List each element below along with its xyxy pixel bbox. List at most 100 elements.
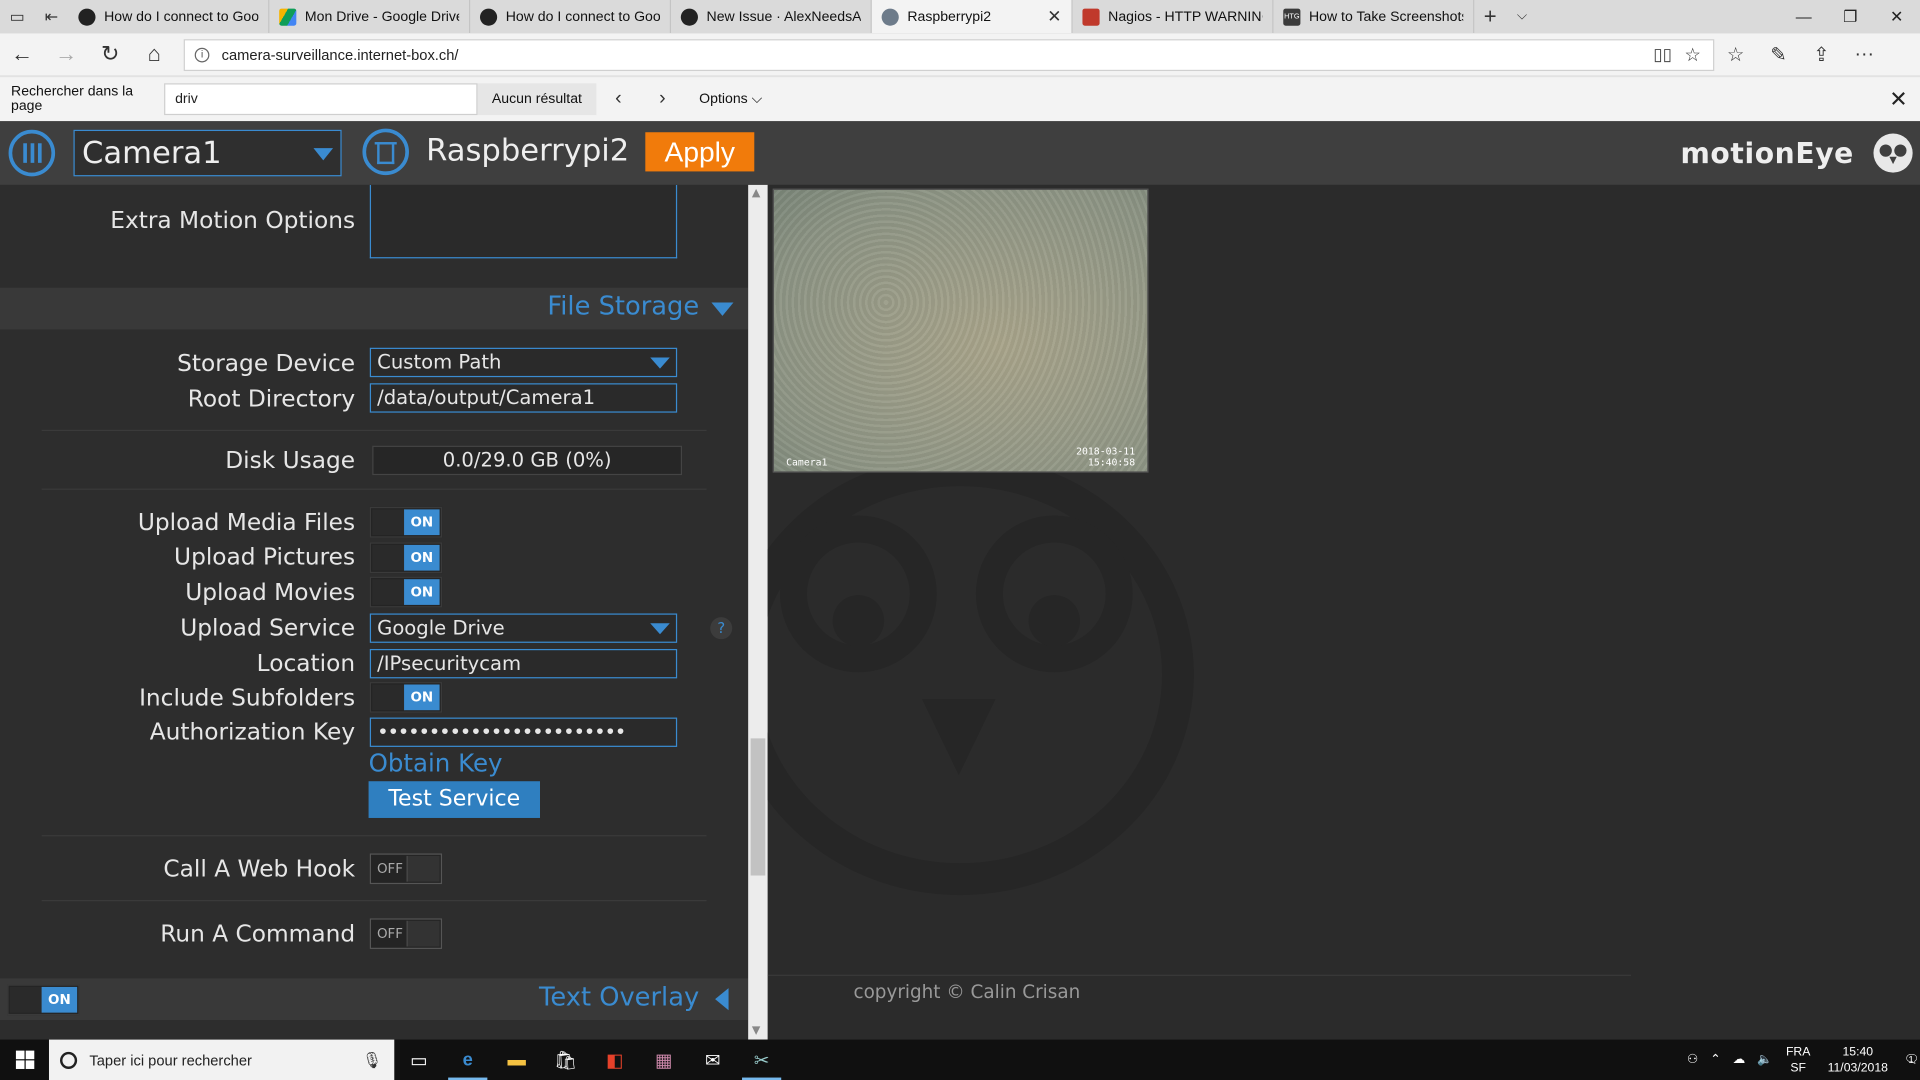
call-web-hook-toggle[interactable]: OFF [369,853,443,885]
find-next-icon[interactable]: › [640,88,684,110]
browser-tab[interactable]: How do I connect to Googl [470,0,672,34]
chevron-down-icon [650,623,670,635]
onedrive-icon[interactable]: ☁ [1733,1053,1745,1066]
toggle-state: ON [404,684,440,711]
text-overlay-toggle[interactable]: ON [7,984,80,1016]
mail-icon[interactable]: ✉ [688,1040,737,1080]
camera-overlay-label: Camera1 [786,456,828,468]
camera-select[interactable]: Camera1 [73,129,342,177]
upload-pictures-label: Upload Pictures [174,543,356,571]
extra-motion-options-input[interactable] [369,184,678,259]
new-tab-icon[interactable]: + [1474,4,1506,30]
authorization-key-label: Authorization Key [149,718,356,746]
nagios-icon [1082,7,1100,26]
google-drive-icon [279,7,297,26]
browser-tab[interactable]: New Issue · AlexNeedsAndF [671,0,872,34]
run-command-toggle[interactable]: OFF [369,918,443,949]
windows-start-icon[interactable] [0,1040,49,1080]
upload-media-files-toggle[interactable]: ON [369,506,443,538]
url-text: camera-surveillance.internet-box.ch/ [221,45,459,64]
include-subfolders-label: Include Subfolders [139,684,356,712]
settings-scrollbar[interactable]: ▲ ▼ [748,184,768,1040]
upload-movies-toggle[interactable]: ON [369,576,443,608]
chevron-down-icon[interactable]: ⌵ [1506,9,1538,25]
help-icon[interactable]: ? [710,617,733,640]
back-icon[interactable]: ← [0,42,44,68]
file-storage-section-header[interactable]: File Storage [0,287,749,330]
find-input[interactable]: driv [164,83,478,116]
scroll-up-icon[interactable]: ▲ [752,187,760,199]
camera-overlay-timestamp: 2018-03-11 15:40:58 [1076,446,1135,468]
htg-icon: HTG [1283,7,1301,26]
snipping-tool-icon[interactable]: ✂ [737,1040,786,1080]
collapse-triangle-icon [711,302,734,316]
volume-icon[interactable]: 🔈 [1757,1053,1772,1066]
microphone-icon[interactable]: 🎙 [362,1050,382,1070]
edge-browser-icon[interactable]: e [443,1040,492,1080]
find-previous-icon[interactable]: ‹ [596,88,640,110]
camera-name: Raspberrypi2 [426,132,630,168]
file-explorer-icon[interactable]: ▬ [492,1040,541,1080]
camera-feed-frame[interactable]: Camera1 2018-03-11 15:40:58 [772,188,1149,473]
reading-view-icon[interactable]: ▯▯ [1653,44,1672,65]
more-icon[interactable]: ··· [1843,43,1886,65]
tab-preview-icon[interactable]: ▭ [0,7,34,27]
home-icon[interactable]: ⌂ [132,42,176,68]
root-directory-label: Root Directory [187,385,356,413]
browser-tab-active[interactable]: Raspberrypi2 ✕ [871,0,1073,34]
storage-device-select[interactable]: Custom Path [369,347,678,378]
scrollbar-thumb[interactable] [750,738,766,876]
owl-watermark-eye [975,515,1133,673]
find-options-button[interactable]: Options ⌵ [699,91,762,107]
minimize-icon[interactable]: — [1780,7,1827,27]
browser-tab[interactable]: Mon Drive - Google Drive [269,0,471,34]
taskbar-search[interactable]: Taper ici pour rechercher 🎙 [48,1039,395,1080]
settings-menu-icon[interactable] [8,129,56,177]
info-icon[interactable]: i [194,47,210,62]
run-command-label: Run A Command [160,920,356,948]
url-field[interactable]: i camera-surveillance.internet-box.ch/ ▯… [183,38,1715,71]
share-icon[interactable]: ⇪ [1800,42,1843,66]
pen-icon[interactable]: ✎ [1757,42,1800,66]
toggle-state: OFF [376,925,404,942]
app-header: Camera1 Raspberrypi2 Apply motionEye [0,121,1920,185]
text-overlay-section-header[interactable]: ON Text Overlay [0,978,749,1021]
storage-device-value: Custom Path [377,350,502,374]
people-icon[interactable]: ⚇ [1687,1053,1698,1066]
remove-camera-icon[interactable] [362,128,409,176]
upload-pictures-toggle[interactable]: ON [369,542,443,574]
favorite-star-icon[interactable]: ☆ [1684,43,1700,66]
clock[interactable]: 15:40 11/03/2018 [1828,1044,1888,1076]
scroll-down-icon[interactable]: ▼ [752,1025,760,1037]
restore-icon[interactable]: ❐ [1827,7,1874,27]
test-service-button[interactable]: Test Service [368,781,541,818]
favorites-hub-icon[interactable]: ☆ [1714,42,1757,66]
include-subfolders-toggle[interactable]: ON [369,682,443,713]
close-tab-icon[interactable]: ✕ [1047,6,1061,27]
find-bar: Rechercher dans la page driv Aucun résul… [0,75,1920,122]
close-window-icon[interactable]: ✕ [1873,7,1920,27]
browser-tab[interactable]: Nagios - HTTP WARNING: F [1073,0,1274,34]
apply-button[interactable]: Apply [645,132,755,172]
location-input[interactable]: /IPsecuritycam [369,648,678,679]
authorization-key-input[interactable]: •••••••••••••••••••••••• [369,717,678,747]
refresh-icon[interactable]: ↻ [88,42,132,68]
browser-tab[interactable]: HTGHow to Take Screenshots in [1273,0,1475,34]
file-storage-title: File Storage [547,291,700,321]
input-language[interactable]: FRA SF [1786,1044,1810,1076]
owl-watermark-eye [780,515,937,673]
office-icon[interactable]: ◧ [590,1040,639,1080]
set-aside-tabs-icon[interactable]: ⇤ [34,7,68,27]
show-hidden-icons-icon[interactable]: ⌃ [1710,1053,1720,1066]
photos-app-icon[interactable]: ▦ [639,1040,688,1080]
find-label: Rechercher dans la page [11,84,134,114]
browser-tab[interactable]: How do I connect to Google [69,0,270,34]
lang-variant: SF [1790,1061,1807,1075]
task-view-icon[interactable]: ▭ [394,1040,443,1080]
upload-service-select[interactable]: Google Drive [369,613,678,643]
obtain-key-link[interactable]: Obtain Key [369,748,503,777]
forward-icon[interactable]: → [44,42,88,68]
store-icon[interactable]: 🛍 [541,1040,590,1080]
root-directory-input[interactable]: /data/output/Camera1 [369,383,678,413]
close-find-icon[interactable]: ✕ [1889,86,1907,112]
